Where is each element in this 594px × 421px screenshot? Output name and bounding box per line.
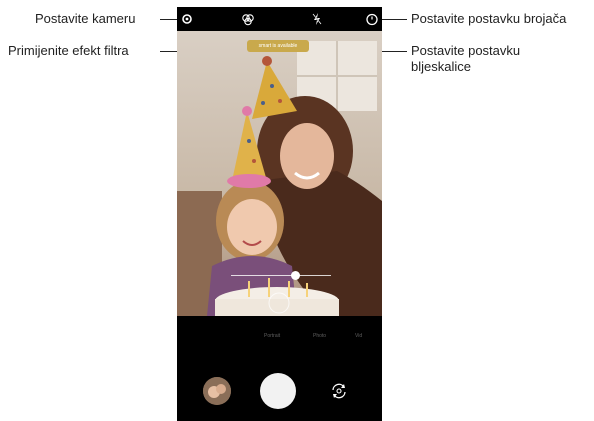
gallery-thumbnail[interactable] — [203, 377, 231, 405]
filter-icon[interactable] — [241, 12, 255, 26]
zoom-slider-track[interactable] — [231, 275, 331, 276]
callout-settings: Postavite kameru — [35, 11, 136, 26]
mode-selector[interactable]: Portrait Photo Vid — [177, 329, 382, 343]
switch-camera-icon[interactable] — [330, 382, 348, 400]
timer-icon[interactable] — [365, 12, 379, 26]
flash-off-icon[interactable] — [310, 12, 324, 26]
preview-photo — [177, 31, 382, 316]
smart-hint-badge: smart is available — [247, 40, 309, 52]
phone-screen: smart is available Portrait Photo Vid — [177, 7, 382, 421]
mode-portrait[interactable]: Portrait — [264, 333, 280, 339]
zoom-slider-knob[interactable] — [290, 271, 300, 280]
gallery-thumbnail-image — [203, 377, 231, 405]
camera-top-bar — [177, 7, 382, 31]
camera-viewfinder[interactable]: smart is available — [177, 31, 382, 316]
callout-flash-line1: Postavite postavku — [411, 43, 521, 58]
callout-flash-line2: bljeskalice — [411, 59, 471, 74]
callout-filter: Primijenite efekt filtra — [8, 43, 129, 58]
mode-photo[interactable]: Photo — [313, 333, 326, 339]
callout-timer: Postavite postavku brojača — [411, 11, 567, 26]
gear-icon[interactable] — [180, 12, 194, 26]
shutter-button[interactable] — [260, 373, 296, 409]
mode-video[interactable]: Vid — [355, 333, 362, 339]
